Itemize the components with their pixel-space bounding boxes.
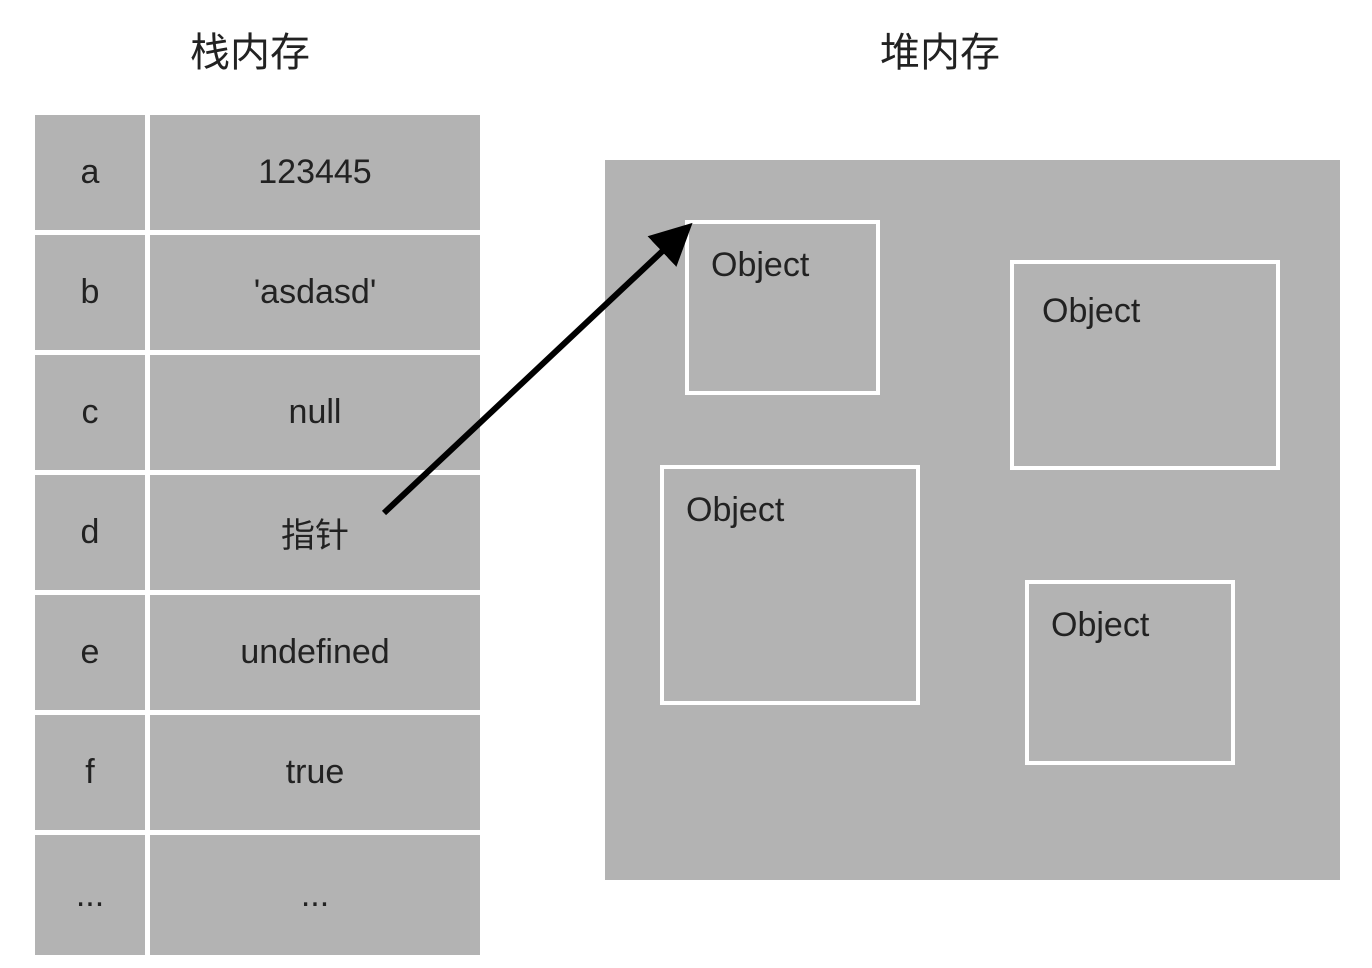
stack-key: e <box>35 595 150 710</box>
stack-key: a <box>35 115 150 230</box>
stack-value: 'asdasd' <box>150 235 480 350</box>
stack-value: ... <box>150 835 480 955</box>
stack-value: true <box>150 715 480 830</box>
stack-row: d 指针 <box>35 475 480 595</box>
heap-header: 堆内存 <box>880 20 1000 78</box>
stack-row: e undefined <box>35 595 480 715</box>
heap-object: Object <box>1010 260 1280 470</box>
stack-value: undefined <box>150 595 480 710</box>
stack-value: 指针 <box>150 475 480 590</box>
stack-key: d <box>35 475 150 590</box>
stack-memory-table: a 123445 b 'asdasd' c null d 指针 e undefi… <box>35 115 480 955</box>
heap-memory-area: Object Object Object Object <box>605 160 1340 880</box>
stack-value: null <box>150 355 480 470</box>
stack-row: f true <box>35 715 480 835</box>
stack-header: 栈内存 <box>190 20 310 78</box>
heap-object: Object <box>660 465 920 705</box>
stack-key: c <box>35 355 150 470</box>
heap-object: Object <box>1025 580 1235 765</box>
stack-key: ... <box>35 835 150 955</box>
stack-key: b <box>35 235 150 350</box>
stack-row: ... ... <box>35 835 480 955</box>
stack-row: b 'asdasd' <box>35 235 480 355</box>
heap-object: Object <box>685 220 880 395</box>
stack-row: c null <box>35 355 480 475</box>
stack-key: f <box>35 715 150 830</box>
stack-row: a 123445 <box>35 115 480 235</box>
stack-value: 123445 <box>150 115 480 230</box>
memory-diagram: 栈内存 堆内存 a 123445 b 'asdasd' c null d 指针 … <box>0 0 1372 968</box>
